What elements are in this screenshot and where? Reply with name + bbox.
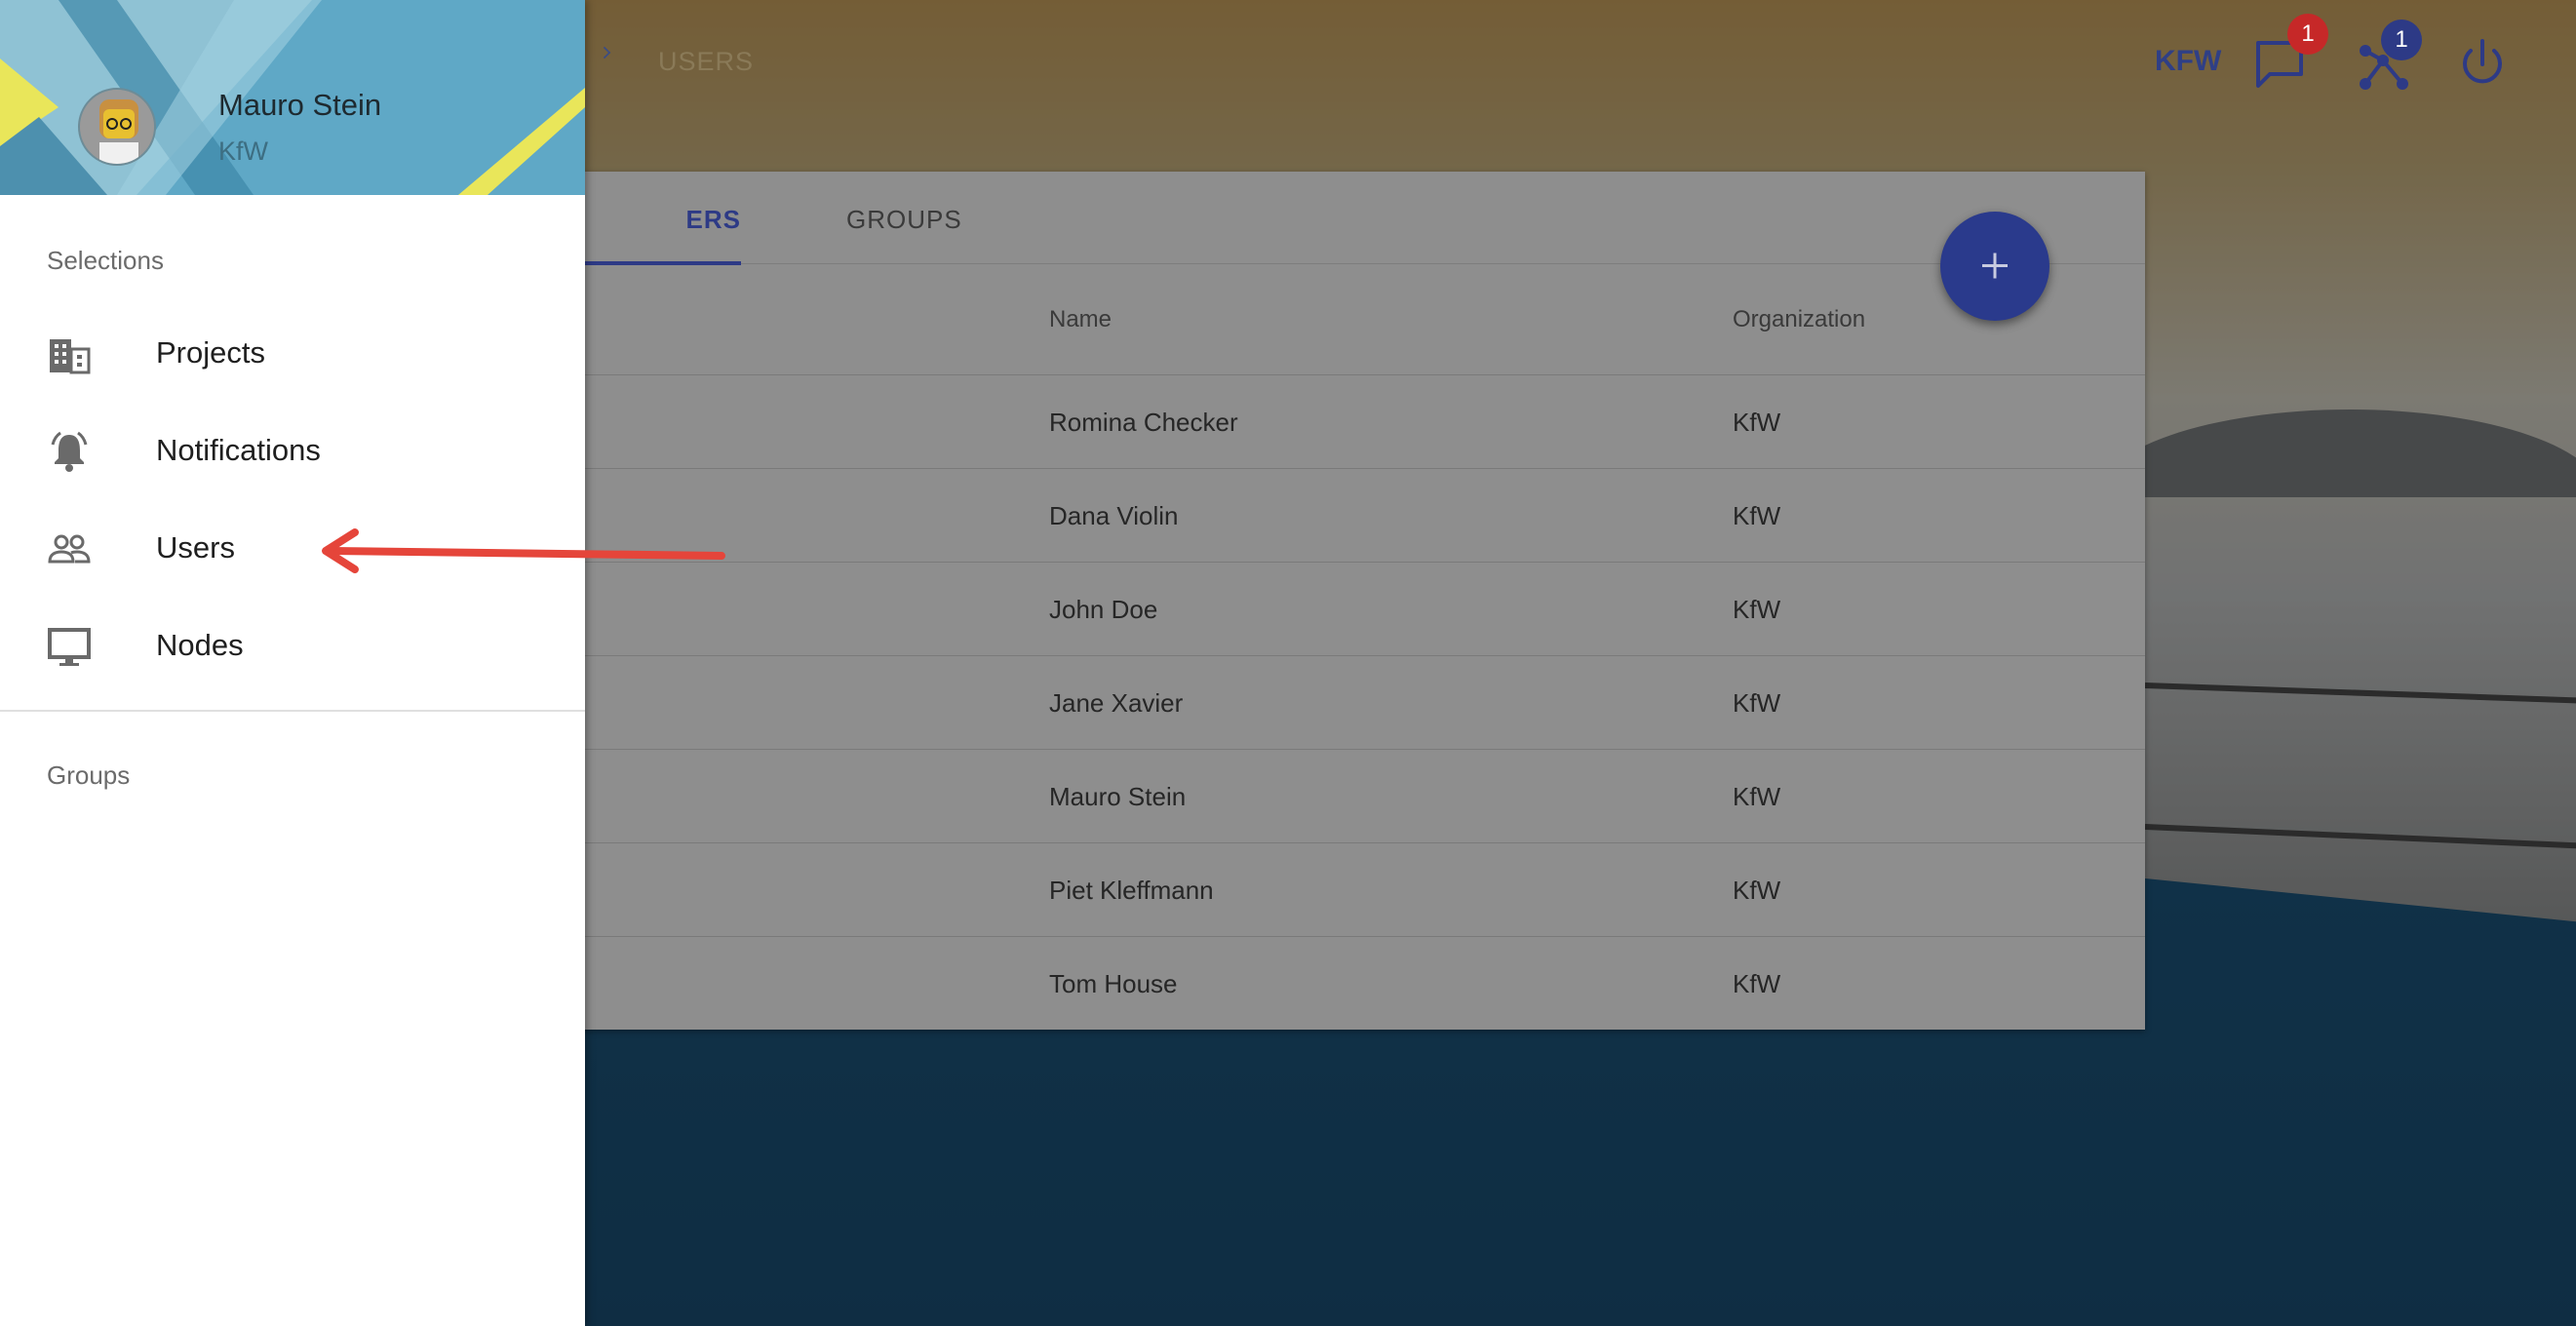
messages-badge: 1 xyxy=(2287,14,2328,55)
drawer-item-label: Users xyxy=(156,530,235,565)
cell-organization: KfW xyxy=(1733,501,1781,530)
cell-name: Romina Checker xyxy=(1049,408,1238,437)
drawer-item-nodes[interactable]: Nodes xyxy=(0,599,585,692)
users-icon xyxy=(48,534,91,564)
monitor-icon xyxy=(48,628,91,666)
bell-icon xyxy=(51,431,88,472)
navigation-drawer: Mauro Stein KfW Selections Projects Noti… xyxy=(0,0,585,1326)
tab-groups[interactable]: GROUPS xyxy=(846,205,962,235)
users-card: ERS GROUPS Name Organization Romina Chec… xyxy=(546,172,2145,1030)
network-badge: 1 xyxy=(2381,20,2422,60)
organization-label: KFW xyxy=(2155,45,2222,77)
table-row[interactable]: John Doe KfW xyxy=(575,562,2145,655)
cell-name: Tom House xyxy=(1049,969,1178,998)
table-row[interactable]: Mauro Stein KfW xyxy=(575,749,2145,842)
network-button[interactable]: 1 xyxy=(2352,20,2422,96)
breadcrumb-current[interactable]: USERS xyxy=(658,47,754,77)
table-row[interactable]: Romina Checker KfW xyxy=(575,374,2145,468)
table-row[interactable]: nn Piet Kleffmann KfW xyxy=(546,842,2145,936)
tab-users[interactable]: ERS xyxy=(575,205,741,235)
drawer-item-notifications[interactable]: Notifications xyxy=(0,404,585,497)
cell-name: Jane Xavier xyxy=(1049,688,1184,718)
tab-active-indicator xyxy=(575,261,741,265)
table-row[interactable]: Tom House KfW xyxy=(575,936,2145,1030)
cell-organization: KfW xyxy=(1733,408,1781,437)
drawer-item-projects[interactable]: Projects xyxy=(0,306,585,400)
power-icon xyxy=(2463,39,2502,84)
cell-organization: KfW xyxy=(1733,688,1781,718)
drawer-item-label: Projects xyxy=(156,335,265,370)
section-label-groups: Groups xyxy=(47,760,131,790)
building-icon xyxy=(50,339,91,374)
drawer-item-label: Notifications xyxy=(156,433,321,467)
cell-organization: KfW xyxy=(1733,782,1781,811)
add-user-button[interactable] xyxy=(1940,212,2049,321)
column-header-name[interactable]: Name xyxy=(1049,306,1112,333)
logout-button[interactable] xyxy=(2451,33,2514,96)
drawer-user-name: Mauro Stein xyxy=(218,88,382,122)
column-header-organization[interactable]: Organization xyxy=(1733,306,1865,333)
drawer-user-organization: KfW xyxy=(218,136,268,166)
avatar[interactable] xyxy=(78,88,156,166)
table-row[interactable]: Jane Xavier KfW xyxy=(575,655,2145,749)
cell-name: John Doe xyxy=(1049,595,1158,624)
section-label-selections: Selections xyxy=(47,246,164,275)
cell-organization: KfW xyxy=(1733,876,1781,905)
annotation-arrow-icon xyxy=(322,528,725,573)
breadcrumb-chevron-icon xyxy=(598,46,611,59)
cell-organization: KfW xyxy=(1733,969,1781,998)
cell-name: Dana Violin xyxy=(1049,501,1179,530)
drawer-item-label: Nodes xyxy=(156,628,244,662)
tab-bar: ERS GROUPS xyxy=(575,172,2145,265)
drawer-header: Mauro Stein KfW xyxy=(0,0,585,195)
table-row[interactable]: Dana Violin KfW xyxy=(575,468,2145,562)
cell-name: Piet Kleffmann xyxy=(1049,876,1214,905)
drawer-divider xyxy=(0,710,585,712)
cell-organization: KfW xyxy=(1733,595,1781,624)
cell-name: Mauro Stein xyxy=(1049,782,1187,811)
messages-button[interactable]: 1 xyxy=(2248,14,2328,96)
